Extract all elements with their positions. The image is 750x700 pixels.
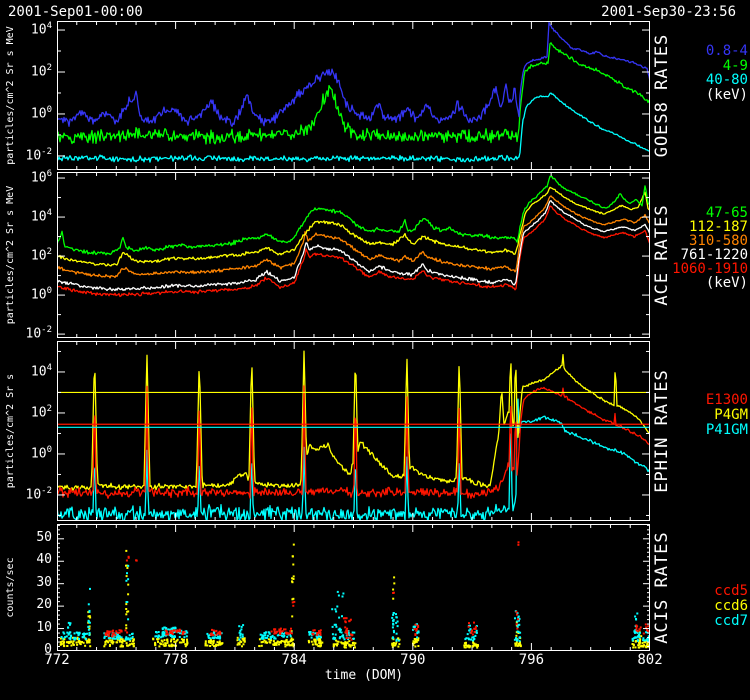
- legend-item-P4GM: P4GM: [706, 408, 748, 423]
- y-tick-label: 100: [0, 286, 52, 302]
- legend-item-1060-1910: 1060-1910: [672, 262, 748, 276]
- legend-item-4-9: 4-9: [706, 59, 748, 74]
- ace-rates-label: ACE RATES: [652, 172, 672, 338]
- y-tick-label: 100: [0, 105, 52, 121]
- acis-rates-label: ACIS RATES: [652, 524, 672, 651]
- y-tick-label: 50: [0, 530, 52, 545]
- y-tick-label: 102: [0, 247, 52, 263]
- y-tick-label: 104: [0, 208, 52, 224]
- x-tick-label: 796: [519, 652, 544, 668]
- y-tick-label: 102: [0, 404, 52, 420]
- x-tick-label: 778: [163, 652, 188, 668]
- legend-item-(keV): (keV): [706, 88, 748, 103]
- series-1060-1910: [57, 206, 650, 297]
- goes8-legend: 0.8-44-940-80(keV): [706, 44, 748, 102]
- ephin-panel: [57, 341, 650, 521]
- goes8-panel: [57, 21, 650, 170]
- ephin-legend: E1300P4GMP41GM: [706, 393, 748, 438]
- legend-item-ccd6: ccd6: [714, 599, 748, 614]
- ace-panel: [57, 172, 650, 338]
- y-tick-label: 10-2: [0, 147, 52, 163]
- series-761-1220: [57, 201, 650, 291]
- goes8-rates-label: GOES8 RATES: [652, 21, 672, 170]
- x-tick-label: 790: [400, 652, 425, 668]
- y-tick-label: 100: [0, 445, 52, 461]
- series-112-187: [57, 187, 650, 266]
- y-tick-label: 104: [0, 21, 52, 37]
- y-tick-label: 20: [0, 597, 52, 612]
- legend-item-40-80: 40-80: [706, 73, 748, 88]
- y-tick-label: 106: [0, 169, 52, 185]
- y-tick-label: 30: [0, 575, 52, 590]
- ephin-rates-label: EPHIN RATES: [652, 341, 672, 521]
- legend-item-310-580: 310-580: [672, 234, 748, 248]
- y-tick-label: 102: [0, 63, 52, 79]
- legend-item-47-65: 47-65: [672, 206, 748, 220]
- series-0.8-4: [57, 23, 650, 127]
- legend-item-761-1220: 761-1220: [672, 248, 748, 262]
- legend-item-ccd5: ccd5: [714, 584, 748, 599]
- legend-item-112-187: 112-187: [672, 220, 748, 234]
- y-tick-label: 40: [0, 552, 52, 567]
- start-date-label: 2001-Sep01-00:00: [8, 4, 143, 20]
- x-tick-label: 772: [44, 652, 69, 668]
- legend-item-E1300: E1300: [706, 393, 748, 408]
- y-tick-label: 10: [0, 620, 52, 635]
- end-date-label: 2001-Sep30-23:56: [601, 4, 736, 20]
- y-tick-label: 10-2: [0, 325, 52, 341]
- acis-legend: ccd5ccd6ccd7: [714, 584, 748, 629]
- legend-item-(keV): (keV): [672, 276, 748, 290]
- acis-panel: [57, 524, 650, 651]
- x-tick-label: 784: [282, 652, 307, 668]
- radiation-environment-plot: 2001-Sep01-00:00 2001-Sep30-23:56 partic…: [0, 0, 750, 700]
- series-40-80: [57, 93, 650, 162]
- x-axis-title: time (DOM): [325, 668, 403, 683]
- ace-legend: 47-65112-187310-580761-12201060-1910(keV…: [672, 206, 748, 290]
- legend-item-ccd7: ccd7: [714, 614, 748, 629]
- legend-item-0.8-4: 0.8-4: [706, 44, 748, 59]
- y-tick-label: 10-2: [0, 486, 52, 502]
- series-4-9: [57, 43, 650, 144]
- y-tick-label: 104: [0, 363, 52, 379]
- legend-item-P41GM: P41GM: [706, 423, 748, 438]
- x-tick-label: 802: [637, 652, 662, 668]
